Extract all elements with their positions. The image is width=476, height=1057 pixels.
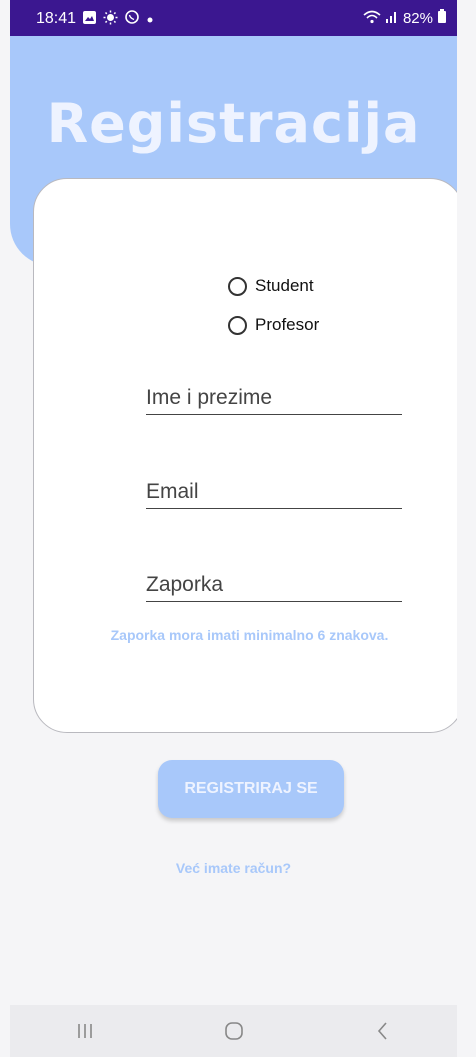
status-bar: 18:41 82% [10, 0, 457, 36]
radio-button-icon[interactable] [228, 276, 247, 296]
radio-button-icon[interactable] [228, 315, 247, 335]
name-field-wrapper [146, 386, 402, 415]
status-time: 18:41 [36, 9, 77, 27]
name-input[interactable] [146, 386, 402, 414]
dot-icon [146, 11, 154, 27]
signal-icon [385, 10, 399, 27]
status-left: 18:41 [36, 9, 154, 28]
email-input[interactable] [146, 480, 402, 508]
password-field-wrapper [146, 573, 402, 602]
password-input[interactable] [146, 573, 402, 601]
password-hint: Zaporka mora imati minimalno 6 znakova. [110, 627, 389, 643]
radio-student-label: Student [255, 276, 314, 295]
gallery-icon [82, 10, 97, 28]
battery-icon [437, 9, 447, 27]
battery-percent: 82% [402, 9, 433, 27]
back-icon[interactable] [353, 1011, 413, 1051]
radio-student[interactable]: Student [228, 276, 314, 296]
home-icon[interactable] [204, 1011, 264, 1051]
login-link[interactable]: Već imate račun? [10, 860, 457, 876]
registration-card: Student Profesor Zaporka mora imati mini… [33, 178, 457, 733]
app-screen: 18:41 82% Registracija Student Profesor … [10, 0, 457, 1057]
status-right: 82% [363, 9, 447, 27]
navigation-bar [10, 1005, 457, 1057]
radio-profesor-label: Profesor [255, 315, 320, 334]
email-field-wrapper [146, 480, 402, 509]
register-button[interactable]: REGISTRIRAJ SE [158, 760, 344, 818]
brightness-icon [103, 10, 118, 28]
viber-icon [124, 9, 140, 28]
page-title: Registracija [46, 92, 421, 155]
recents-icon[interactable] [55, 1011, 115, 1051]
radio-profesor[interactable]: Profesor [228, 315, 319, 335]
wifi-icon [363, 10, 381, 27]
